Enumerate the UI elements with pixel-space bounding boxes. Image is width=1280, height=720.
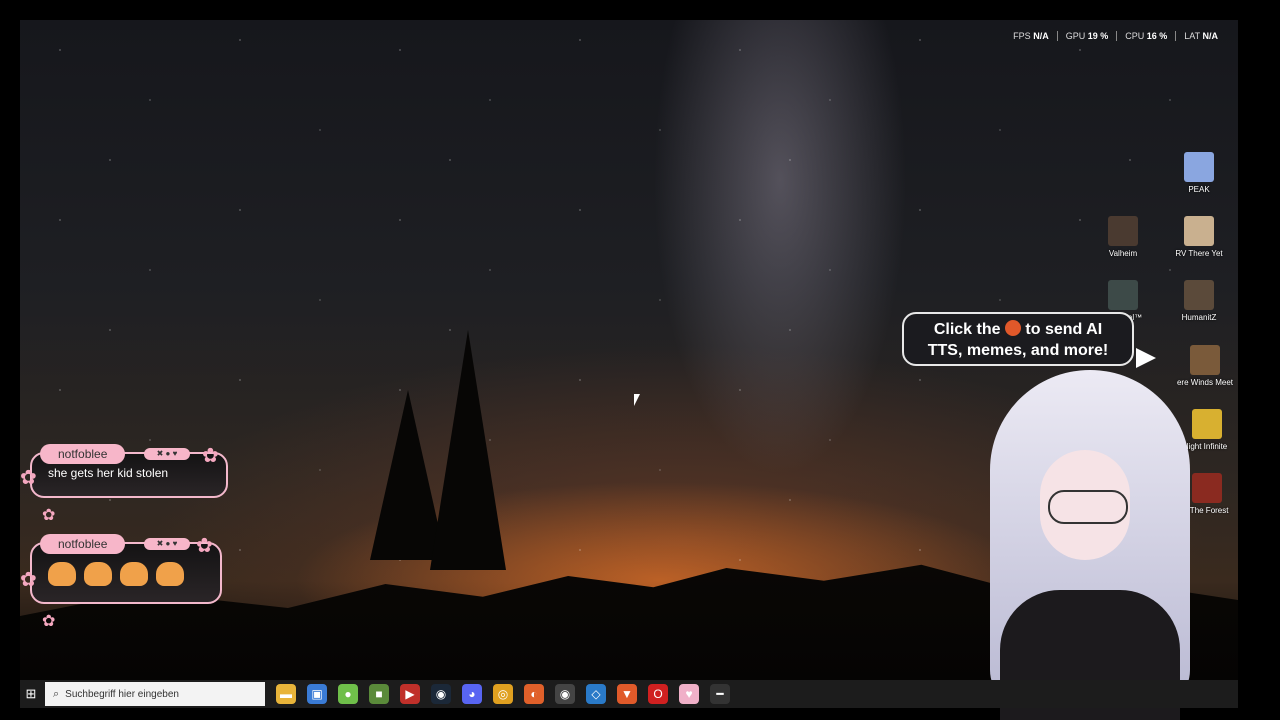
tree-silhouette xyxy=(430,330,506,570)
taskbar-chrome-button[interactable]: ◎ xyxy=(493,684,513,704)
android-app-icon: ● xyxy=(344,687,352,701)
flower-icon: ✿ xyxy=(42,507,56,524)
taskbar-minecraft-button[interactable]: ■ xyxy=(369,684,389,704)
chat-badges: ✖ ● ♥ xyxy=(144,448,190,460)
desktop-icon-rv-there-yet[interactable]: RV There Yet xyxy=(1164,216,1234,258)
emote-row xyxy=(48,562,184,586)
peak-icon xyxy=(1184,152,1214,182)
flower-icon: ✿ xyxy=(202,445,219,467)
taskbar-tool-app-button[interactable]: ━ xyxy=(710,684,730,704)
chat-username: notfoblee xyxy=(40,534,126,554)
performance-overlay: FPS N/A GPU 19 % CPU 16 % LAT N/A xyxy=(1005,31,1226,41)
minecraft-icon: ■ xyxy=(375,687,383,701)
chat-badges: ✖ ● ♥ xyxy=(144,538,190,550)
taskbar-brave-button[interactable]: ▼ xyxy=(617,684,637,704)
firefox-icon: ◐ xyxy=(530,687,538,701)
flower-icon: ✿ xyxy=(196,535,213,557)
search-placeholder: Suchbegriff hier eingeben xyxy=(65,688,179,700)
tooltip-line-2: TTS, memes, and more! xyxy=(927,342,1109,359)
taskbar-app-blue-button[interactable]: ◇ xyxy=(586,684,606,704)
taskbar-android-app-button[interactable]: ● xyxy=(338,684,358,704)
pink-app-icon: ♥ xyxy=(685,687,693,701)
chat-message: notfoblee ✖ ● ♥ ✿ ✿ xyxy=(20,534,222,604)
returnal-icon xyxy=(1108,280,1138,310)
taskbar: ⊞ ⌕ Suchbegriff hier eingeben ▬ ▣ ● ■ ▶ ◉ ◕ ◎ ◐ ◉… xyxy=(20,680,1238,708)
tooltip-line-1: Click the to send AI xyxy=(904,319,1132,340)
desktop-icon-label: RV There Yet xyxy=(1175,249,1223,258)
windows-logo-icon: ⊞ xyxy=(25,686,37,701)
mouse-cursor-icon xyxy=(634,394,640,406)
valheim-icon xyxy=(1108,216,1138,246)
basketball-icon xyxy=(1004,320,1021,336)
tts-tooltip[interactable]: Click the to send AI TTS, memes, and mor… xyxy=(902,312,1134,366)
taskbar-microsoft-store-button[interactable]: ▣ xyxy=(307,684,327,704)
file-explorer-icon: ▬ xyxy=(280,687,292,701)
latency-stat: LAT N/A xyxy=(1175,31,1226,41)
taskbar-pink-app-button[interactable]: ♥ xyxy=(679,684,699,704)
opera-icon: O xyxy=(653,687,663,701)
flower-icon: ✿ xyxy=(20,467,37,489)
taskbar-search-box[interactable]: ⌕ Suchbegriff hier eingeben xyxy=(45,682,265,706)
desktop-icon-label: HumanitZ xyxy=(1181,313,1217,322)
tool-app-icon: ━ xyxy=(716,687,724,701)
tooltip-text: Click the xyxy=(933,321,1001,338)
humanitz-icon xyxy=(1184,280,1214,310)
cat-emote-icon xyxy=(48,562,76,586)
desktop-icon-label: Valheim xyxy=(1108,249,1138,258)
taskbar-steam-button[interactable]: ◉ xyxy=(431,684,451,704)
fps-stat: FPS N/A xyxy=(1013,31,1049,41)
flower-icon: ✿ xyxy=(42,613,56,630)
steam-icon: ◉ xyxy=(435,687,447,701)
avatar-glasses xyxy=(1048,490,1128,524)
chat-message-text: she gets her kid stolen xyxy=(48,466,169,480)
desktop-icon-label: PEAK xyxy=(1188,185,1210,194)
microsoft-store-icon: ▣ xyxy=(311,687,323,701)
taskbar-discord-button[interactable]: ◕ xyxy=(462,684,482,704)
app-blue-icon: ◇ xyxy=(591,687,601,701)
chat-message: notfoblee ✖ ● ♥ she gets her kid stolen … xyxy=(20,444,228,498)
taskbar-file-explorer-button[interactable]: ▬ xyxy=(276,684,296,704)
desktop-icon-valheim[interactable]: Valheim xyxy=(1088,216,1158,258)
flower-icon: ✿ xyxy=(20,569,37,591)
gpu-stat: GPU 19 % xyxy=(1056,31,1117,41)
chrome-icon: ◎ xyxy=(497,687,509,701)
brave-icon: ▼ xyxy=(621,687,633,701)
desktop-icon-peak[interactable]: PEAK xyxy=(1164,152,1234,194)
cat-emote-icon xyxy=(156,562,184,586)
chat-username: notfoblee xyxy=(40,444,126,464)
desktop-icon-humanitz[interactable]: HumanitZ xyxy=(1164,280,1234,322)
cat-emote-icon xyxy=(84,562,112,586)
discord-icon: ◕ xyxy=(468,687,476,701)
windows-start-button[interactable]: ⊞ xyxy=(20,680,42,708)
taskbar-opera-button[interactable]: O xyxy=(648,684,668,704)
obs-icon: ◉ xyxy=(559,687,571,701)
tooltip-text: to send AI xyxy=(1025,321,1103,338)
search-icon: ⌕ xyxy=(53,687,60,700)
taskbar-apps: ▬ ▣ ● ■ ▶ ◉ ◕ ◎ ◐ ◉ ◇ ▼ O ♥ ━ xyxy=(265,684,730,704)
tooltip-arrow-icon xyxy=(1136,348,1156,368)
taskbar-firefox-button[interactable]: ◐ xyxy=(524,684,544,704)
rv-there-yet-icon xyxy=(1184,216,1214,246)
cpu-stat: CPU 16 % xyxy=(1116,31,1175,41)
taskbar-media-app-button[interactable]: ▶ xyxy=(400,684,420,704)
taskbar-obs-button[interactable]: ◉ xyxy=(555,684,575,704)
cat-emote-icon xyxy=(120,562,148,586)
vtuber-avatar xyxy=(950,360,1250,720)
media-app-icon: ▶ xyxy=(405,687,415,701)
